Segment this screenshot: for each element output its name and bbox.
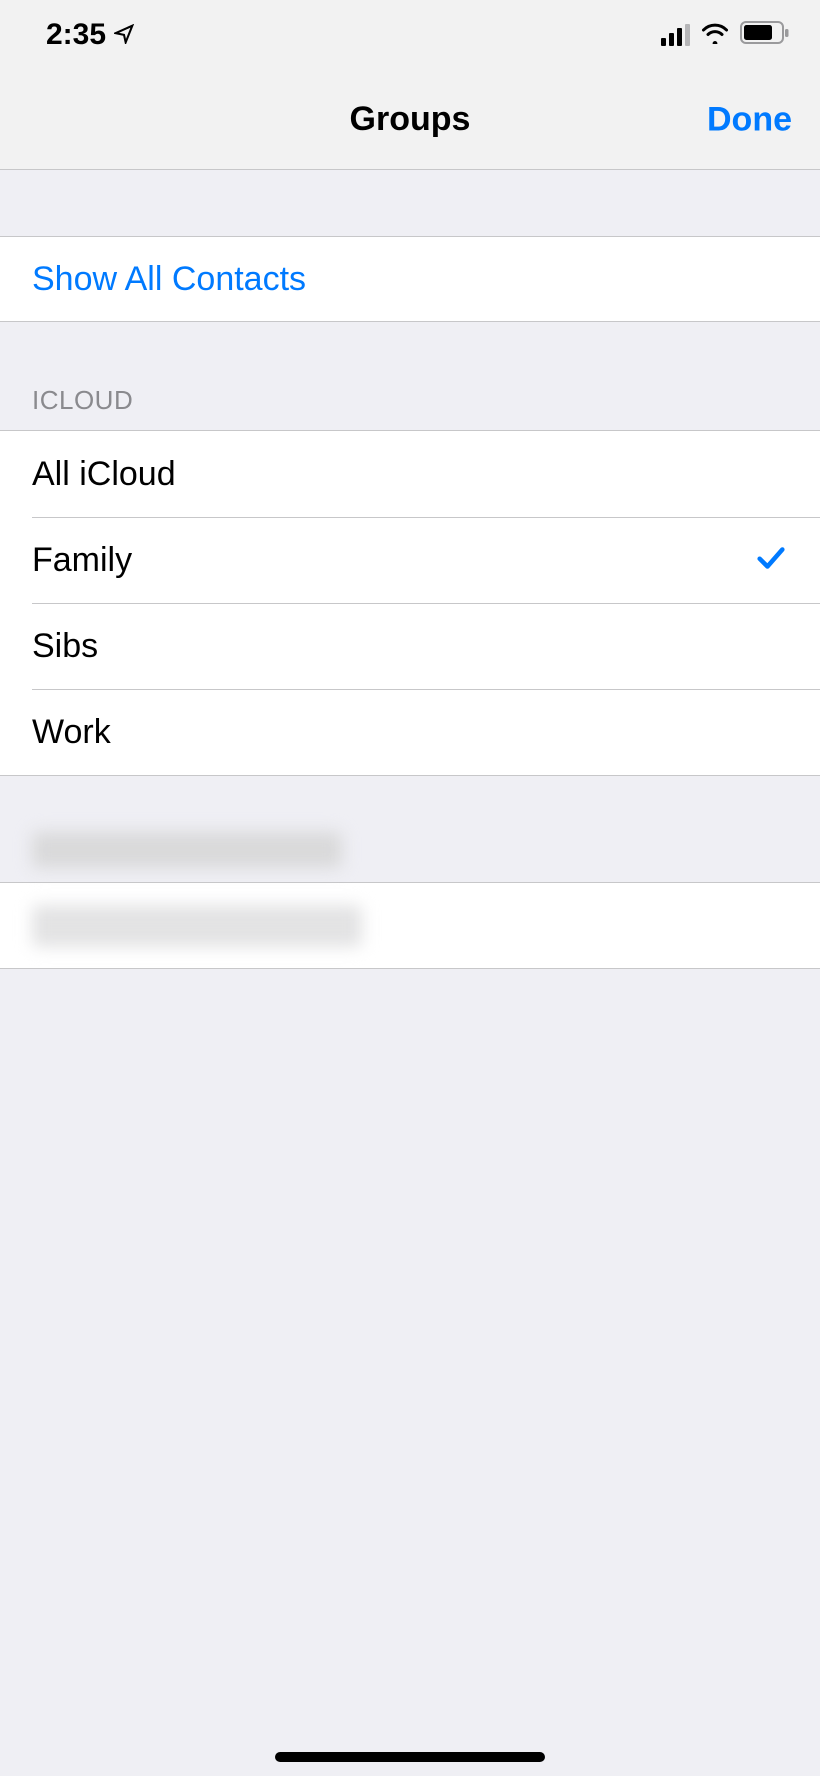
groups-list: All iCloud Family Sibs Work	[0, 430, 820, 776]
redacted-text	[32, 832, 342, 868]
status-bar: 2:35	[0, 0, 820, 70]
status-bar-left: 2:35	[46, 18, 134, 52]
home-indicator[interactable]	[275, 1752, 545, 1762]
group-label: Family	[32, 541, 132, 580]
group-label: All iCloud	[32, 455, 176, 494]
group-row-all-icloud[interactable]: All iCloud	[0, 431, 820, 517]
cellular-signal-icon	[661, 24, 691, 46]
group-label: Sibs	[32, 627, 98, 666]
wifi-icon	[700, 22, 730, 49]
status-time: 2:35	[46, 18, 106, 52]
show-all-contacts-row[interactable]: Show All Contacts	[0, 236, 820, 322]
group-row-sibs[interactable]: Sibs	[0, 603, 820, 689]
page-title: Groups	[350, 100, 471, 139]
spacer	[0, 170, 820, 236]
group-label: Work	[32, 713, 111, 752]
status-bar-right	[661, 21, 791, 50]
group-row-work[interactable]: Work	[0, 689, 820, 775]
checkmark-icon	[754, 541, 788, 580]
group-row-family[interactable]: Family	[0, 517, 820, 603]
redacted-text	[32, 905, 362, 947]
navigation-bar: Groups Done	[0, 70, 820, 170]
location-icon	[114, 18, 134, 52]
battery-icon	[740, 21, 790, 50]
redacted-section-header	[0, 776, 820, 883]
section-header-label: ICLOUD	[32, 385, 133, 416]
done-button[interactable]: Done	[707, 100, 792, 139]
section-header-icloud: ICLOUD	[0, 322, 820, 430]
redacted-row[interactable]	[0, 883, 820, 969]
show-all-contacts-label: Show All Contacts	[32, 260, 306, 299]
